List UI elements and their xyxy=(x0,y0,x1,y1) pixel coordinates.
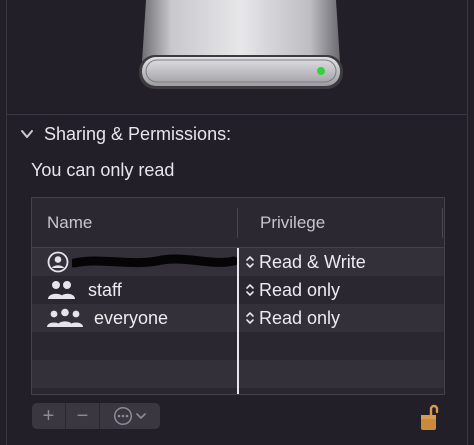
row-name-cell: staff xyxy=(46,276,122,304)
column-header-privilege[interactable]: Privilege xyxy=(260,198,325,248)
info-window: Sharing & Permissions: You can only read… xyxy=(0,0,474,445)
row-privilege-cell[interactable]: Read only xyxy=(244,304,340,332)
row-privilege: Read only xyxy=(259,279,341,300)
drive-status-light xyxy=(317,67,325,75)
section-title: Sharing & Permissions: xyxy=(44,123,232,144)
row-privilege: Read only xyxy=(259,307,341,328)
action-menu-button[interactable] xyxy=(100,403,160,429)
column-header-name[interactable]: Name xyxy=(47,198,92,248)
everyone-icon xyxy=(46,307,84,329)
row-privilege: Read & Write xyxy=(259,251,366,272)
updown-chevron-icon xyxy=(244,282,256,298)
updown-chevron-icon xyxy=(244,310,256,326)
sharing-permissions-header[interactable]: Sharing & Permissions: xyxy=(20,122,231,146)
chevron-down-icon[interactable] xyxy=(20,127,34,141)
remove-user-button[interactable]: − xyxy=(66,403,100,429)
permissions-table: Name Privilege Read & Write staff Read o… xyxy=(31,197,445,395)
column-separator xyxy=(442,208,443,238)
lock-icon[interactable] xyxy=(419,402,441,432)
user-circle-icon xyxy=(46,250,70,274)
group-icon xyxy=(46,279,78,301)
updown-chevron-icon xyxy=(244,254,256,270)
table-header: Name Privilege xyxy=(32,198,444,248)
row-privilege-cell[interactable]: Read only xyxy=(244,276,340,304)
column-separator xyxy=(237,208,238,238)
row-name: everyone xyxy=(94,307,169,328)
chevron-down-icon xyxy=(135,410,147,422)
ellipsis-circle-icon xyxy=(113,406,133,426)
redaction-mark xyxy=(69,254,239,270)
row-name: staff xyxy=(88,279,122,300)
drive-icon xyxy=(138,0,344,90)
permission-note: You can only read xyxy=(31,160,175,180)
section-divider xyxy=(6,114,468,115)
row-privilege-cell[interactable]: Read & Write xyxy=(244,248,366,276)
add-user-button[interactable]: + xyxy=(32,403,66,429)
column-divider xyxy=(237,248,239,394)
row-name-cell: everyone xyxy=(46,304,168,332)
permission-controls: + − xyxy=(32,403,160,429)
